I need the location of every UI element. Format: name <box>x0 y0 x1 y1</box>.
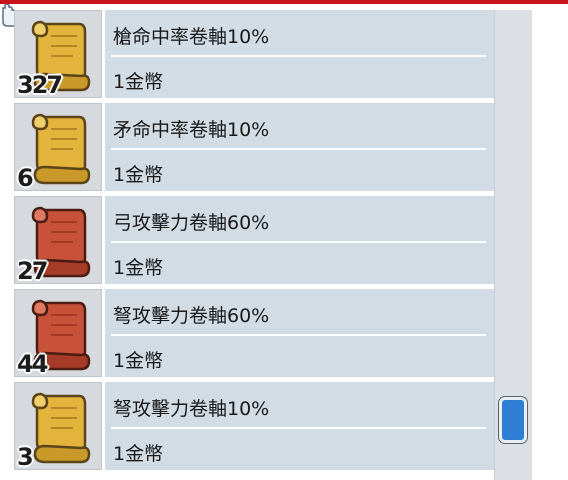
item-price: 1金幣 <box>113 257 164 279</box>
scrollbar-track[interactable] <box>494 10 532 480</box>
item-name: 弩攻擊力卷軸60% <box>113 305 270 327</box>
item-info-panel[interactable]: 弩攻擊力卷軸10% 1金幣 <box>105 382 494 470</box>
item-icon-slot[interactable]: 27 <box>14 196 102 285</box>
yellow-scroll-icon <box>31 392 91 464</box>
item-price: 1金幣 <box>113 71 164 93</box>
list-item[interactable]: 3 弩攻擊力卷軸10% 1金幣 <box>14 382 494 471</box>
window-top-border <box>0 0 568 4</box>
item-price: 1金幣 <box>113 164 164 186</box>
item-list: 327 槍命中率卷軸10% 1金幣 6 矛命中率卷軸10% 1金幣 27 弓攻擊… <box>14 10 496 480</box>
item-quantity: 27 <box>17 257 48 285</box>
item-quantity: 44 <box>17 350 48 378</box>
divider <box>111 427 486 429</box>
list-item[interactable]: 27 弓攻擊力卷軸60% 1金幣 <box>14 196 494 285</box>
divider <box>111 55 486 57</box>
right-gutter <box>532 10 568 480</box>
item-quantity: 3 <box>17 443 34 471</box>
item-name: 矛命中率卷軸10% <box>113 119 270 141</box>
item-quantity: 6 <box>17 164 34 192</box>
item-info-panel[interactable]: 槍命中率卷軸10% 1金幣 <box>105 10 494 98</box>
list-item[interactable]: 6 矛命中率卷軸10% 1金幣 <box>14 103 494 192</box>
item-name: 弓攻擊力卷軸60% <box>113 212 270 234</box>
item-info-panel[interactable]: 弓攻擊力卷軸60% 1金幣 <box>105 196 494 284</box>
divider <box>111 241 486 243</box>
item-price: 1金幣 <box>113 443 164 465</box>
item-name: 弩攻擊力卷軸10% <box>113 398 270 420</box>
yellow-scroll-icon <box>31 113 91 185</box>
list-item[interactable]: 327 槍命中率卷軸10% 1金幣 <box>14 10 494 99</box>
item-icon-slot[interactable]: 3 <box>14 382 102 471</box>
item-icon-slot[interactable]: 44 <box>14 289 102 378</box>
item-info-panel[interactable]: 矛命中率卷軸10% 1金幣 <box>105 103 494 191</box>
item-quantity: 327 <box>17 71 63 99</box>
scrollbar-thumb[interactable] <box>499 397 527 443</box>
divider <box>111 148 486 150</box>
item-price: 1金幣 <box>113 350 164 372</box>
item-icon-slot[interactable]: 6 <box>14 103 102 192</box>
divider <box>111 334 486 336</box>
item-info-panel[interactable]: 弩攻擊力卷軸60% 1金幣 <box>105 289 494 377</box>
item-icon-slot[interactable]: 327 <box>14 10 102 99</box>
item-name: 槍命中率卷軸10% <box>113 26 270 48</box>
list-item[interactable]: 44 弩攻擊力卷軸60% 1金幣 <box>14 289 494 378</box>
